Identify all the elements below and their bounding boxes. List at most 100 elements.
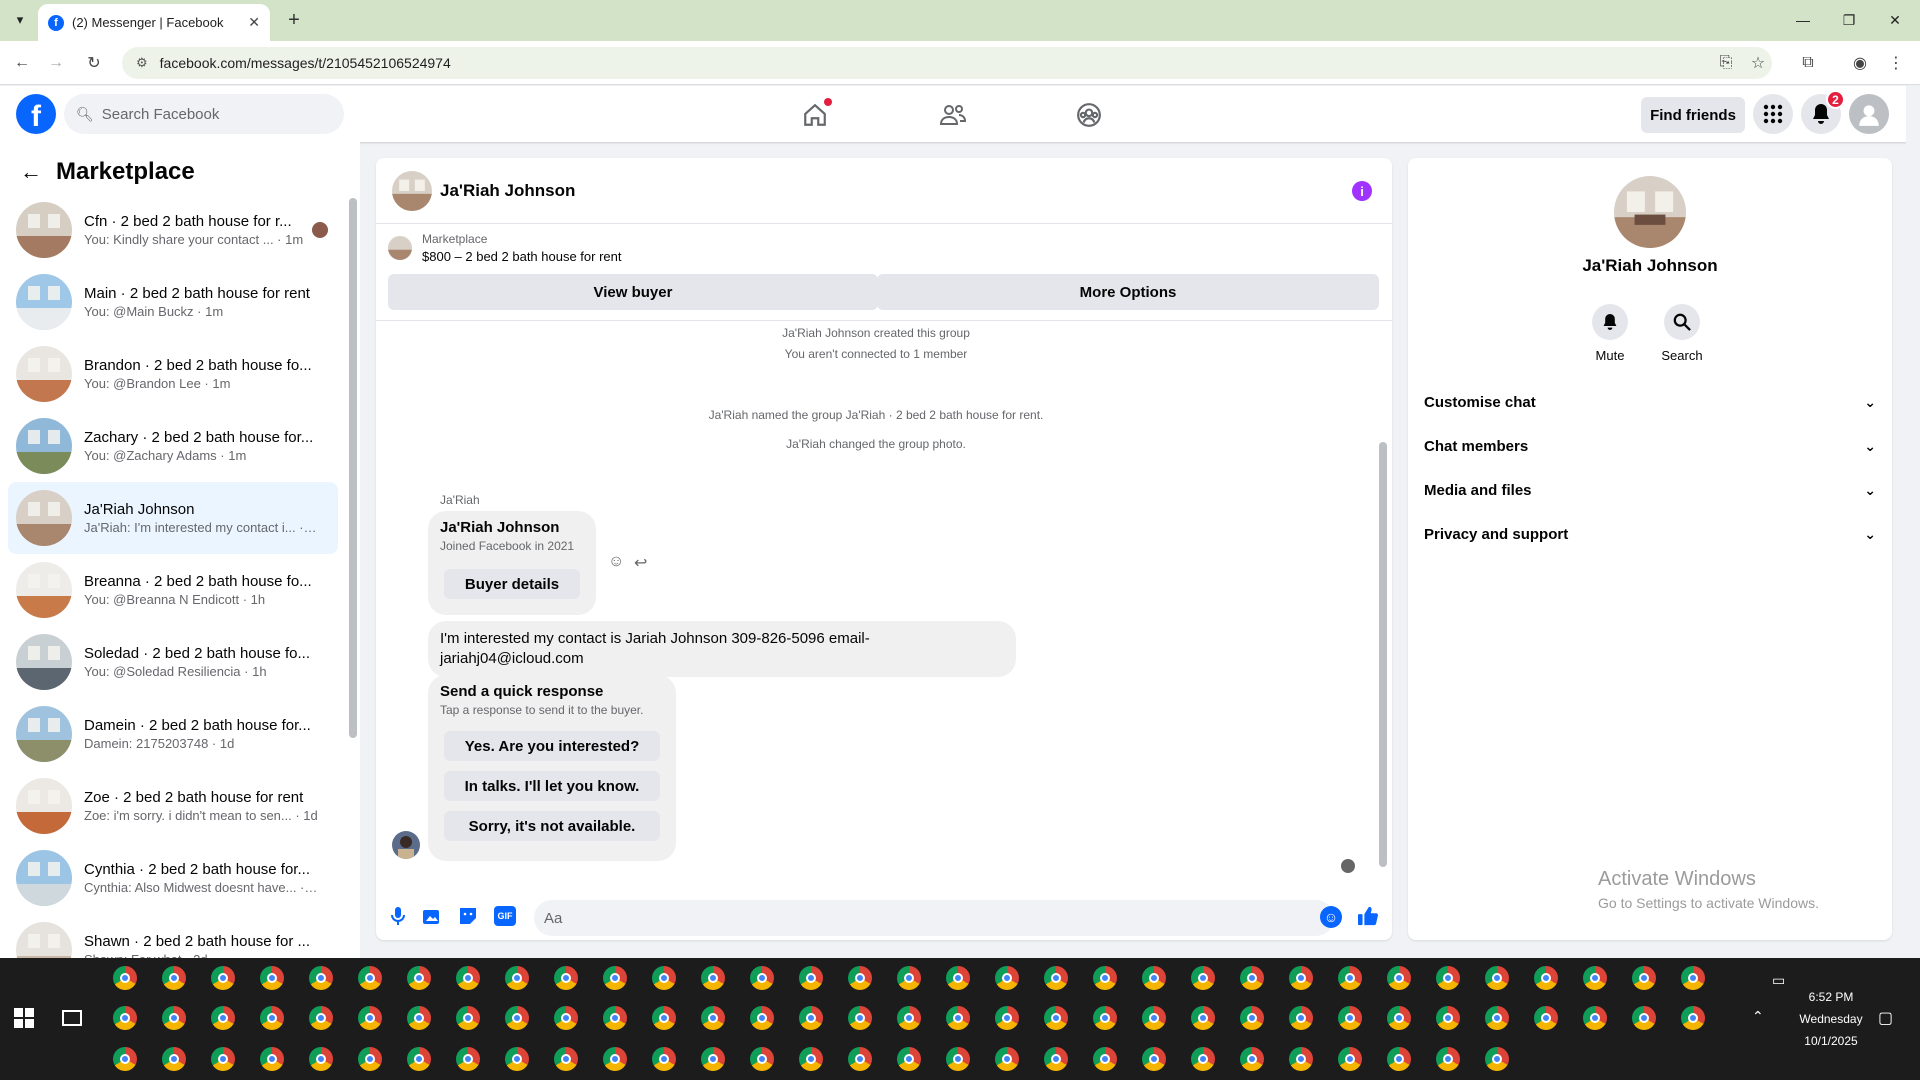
taskbar-chrome-icon[interactable] bbox=[1619, 958, 1668, 998]
taskbar-chrome-icon[interactable] bbox=[394, 958, 443, 998]
show-hidden-icons-chevron[interactable]: ⌃ bbox=[1752, 1008, 1764, 1025]
back-arrow-icon[interactable]: ← bbox=[20, 159, 42, 185]
notifications-button[interactable]: 2 bbox=[1801, 90, 1845, 134]
taskbar-chrome-icon[interactable] bbox=[1325, 1039, 1374, 1079]
sticker-icon[interactable] bbox=[458, 906, 478, 926]
tab-search-dropdown[interactable]: ▾ bbox=[8, 8, 32, 32]
taskbar-chrome-icon[interactable] bbox=[1374, 1039, 1423, 1079]
taskbar-chrome-icon[interactable] bbox=[541, 998, 590, 1038]
chat-title[interactable]: Ja'Riah Johnson bbox=[440, 181, 575, 201]
taskbar-chrome-icon[interactable] bbox=[933, 958, 982, 998]
taskbar-chrome-icon[interactable] bbox=[345, 998, 394, 1038]
taskbar-chrome-icon[interactable] bbox=[100, 998, 149, 1038]
message-input[interactable]: Aa bbox=[534, 900, 1334, 936]
conversation-item[interactable]: Damein · 2 bed 2 bath house for... Damein… bbox=[8, 698, 338, 770]
taskbar-chrome-icon[interactable] bbox=[247, 998, 296, 1038]
taskbar-chrome-icon[interactable] bbox=[1668, 958, 1717, 998]
menu-kebab-icon[interactable]: ⋮ bbox=[1884, 51, 1908, 75]
taskbar-chrome-icon[interactable] bbox=[1080, 998, 1129, 1038]
browser-tab-active[interactable]: f (2) Messenger | Facebook ✕ bbox=[38, 4, 270, 41]
install-app-icon[interactable]: ⎘ bbox=[1714, 51, 1738, 75]
taskbar-chrome-icon[interactable] bbox=[1129, 958, 1178, 998]
conversation-item[interactable]: Cynthia · 2 bed 2 bath house for... Cynth… bbox=[8, 842, 338, 914]
taskbar-chrome-icon[interactable] bbox=[1521, 998, 1570, 1038]
taskbar-chrome-icon[interactable] bbox=[492, 1039, 541, 1079]
taskbar-chrome-icon[interactable] bbox=[1276, 998, 1325, 1038]
gif-icon[interactable]: GIF bbox=[494, 906, 516, 926]
taskbar-chrome-icon[interactable] bbox=[590, 958, 639, 998]
chat-members-section[interactable]: Chat members ⌄ bbox=[1424, 424, 1876, 468]
taskbar-chrome-icon[interactable] bbox=[1423, 998, 1472, 1038]
taskbar-chrome-icon[interactable] bbox=[1178, 958, 1227, 998]
taskbar-chrome-icon[interactable] bbox=[1031, 1039, 1080, 1079]
taskbar-chrome-icon[interactable] bbox=[198, 958, 247, 998]
menu-grid-button[interactable] bbox=[1753, 94, 1793, 134]
taskbar-chrome-icon[interactable] bbox=[1178, 1039, 1227, 1079]
taskbar-chrome-icon[interactable] bbox=[443, 998, 492, 1038]
more-options-button[interactable]: More Options bbox=[877, 274, 1379, 310]
profile-icon[interactable]: ◉ bbox=[1848, 51, 1872, 75]
quick-response-option[interactable]: Sorry, it's not available. bbox=[444, 811, 660, 841]
taskbar-chrome-icon[interactable] bbox=[688, 998, 737, 1038]
find-friends-button[interactable]: Find friends bbox=[1641, 97, 1745, 133]
taskbar-chrome-icon[interactable] bbox=[149, 958, 198, 998]
windows-start-icon[interactable] bbox=[14, 1008, 34, 1028]
taskbar-chrome-icon[interactable] bbox=[296, 1039, 345, 1079]
notifications-icon[interactable]: ▢ bbox=[1878, 1008, 1893, 1028]
chat-avatar[interactable] bbox=[392, 170, 432, 211]
home-icon[interactable] bbox=[800, 98, 832, 130]
taskbar-chrome-icon[interactable] bbox=[1668, 998, 1717, 1038]
groups-icon[interactable] bbox=[1074, 100, 1104, 130]
restore-button[interactable]: ❐ bbox=[1826, 8, 1872, 32]
back-button[interactable]: ← bbox=[10, 51, 34, 75]
mute-button[interactable]: Mute bbox=[1570, 304, 1650, 363]
taskbar-chrome-icon[interactable] bbox=[345, 958, 394, 998]
taskbar-chrome-icon[interactable] bbox=[541, 958, 590, 998]
minimize-button[interactable]: — bbox=[1780, 8, 1826, 32]
taskbar-chrome-icon[interactable] bbox=[835, 958, 884, 998]
taskbar-chrome-icon[interactable] bbox=[1129, 998, 1178, 1038]
taskbar-chrome-icon[interactable] bbox=[100, 1039, 149, 1079]
taskbar-chrome-icon[interactable] bbox=[149, 998, 198, 1038]
reply-icon[interactable]: ↩ bbox=[634, 553, 647, 573]
taskbar-chrome-icon[interactable] bbox=[149, 1039, 198, 1079]
clock-day[interactable]: Wednesday bbox=[1796, 1012, 1866, 1026]
taskbar-chrome-icon[interactable] bbox=[247, 958, 296, 998]
taskbar-chrome-icon[interactable] bbox=[541, 1039, 590, 1079]
task-view-icon[interactable] bbox=[62, 1010, 82, 1026]
taskbar-chrome-icon[interactable] bbox=[688, 958, 737, 998]
taskbar-chrome-icon[interactable] bbox=[982, 958, 1031, 998]
taskbar-chrome-icon[interactable] bbox=[198, 1039, 247, 1079]
taskbar-chrome-icon[interactable] bbox=[786, 998, 835, 1038]
taskbar-chrome-icon[interactable] bbox=[1227, 958, 1276, 998]
taskbar-chrome-icon[interactable] bbox=[1031, 958, 1080, 998]
taskbar-chrome-icon[interactable] bbox=[884, 958, 933, 998]
conversation-item[interactable]: Soledad · 2 bed 2 bath house fo... You: @… bbox=[8, 626, 338, 698]
friends-icon[interactable] bbox=[938, 100, 968, 130]
taskbar-chrome-icon[interactable] bbox=[1472, 1039, 1521, 1079]
emoji-icon[interactable]: ☺ bbox=[1320, 906, 1342, 928]
taskbar-chrome-icon[interactable] bbox=[345, 1039, 394, 1079]
photo-icon[interactable] bbox=[422, 906, 442, 926]
taskbar-chrome-icon[interactable] bbox=[639, 998, 688, 1038]
page-scrollbar[interactable] bbox=[1906, 86, 1920, 958]
media-files-section[interactable]: Media and files ⌄ bbox=[1424, 468, 1876, 512]
tab-close-icon[interactable]: ✕ bbox=[248, 14, 260, 31]
search-input[interactable]: 🔍︎ Search Facebook bbox=[64, 94, 344, 134]
bookmark-star-icon[interactable]: ☆ bbox=[1746, 51, 1770, 75]
site-info-icon[interactable]: ⚙ bbox=[136, 55, 148, 71]
taskbar-chrome-icon[interactable] bbox=[835, 998, 884, 1038]
customise-chat-section[interactable]: Customise chat ⌄ bbox=[1424, 380, 1876, 424]
taskbar-chrome-icon[interactable] bbox=[639, 1039, 688, 1079]
new-tab-button[interactable]: + bbox=[282, 8, 306, 32]
conversation-item[interactable]: Brandon · 2 bed 2 bath house fo... You: @… bbox=[8, 338, 338, 410]
taskbar-chrome-icon[interactable] bbox=[1619, 998, 1668, 1038]
taskbar-chrome-icon[interactable] bbox=[1031, 998, 1080, 1038]
taskbar-chrome-icon[interactable] bbox=[492, 958, 541, 998]
taskbar-chrome-icon[interactable] bbox=[443, 1039, 492, 1079]
buyer-details-button[interactable]: Buyer details bbox=[444, 569, 580, 599]
taskbar-chrome-icon[interactable] bbox=[1472, 958, 1521, 998]
forward-button[interactable]: → bbox=[44, 51, 68, 75]
taskbar-chrome-icon[interactable] bbox=[1570, 998, 1619, 1038]
clock-date[interactable]: 10/1/2025 bbox=[1796, 1034, 1866, 1048]
